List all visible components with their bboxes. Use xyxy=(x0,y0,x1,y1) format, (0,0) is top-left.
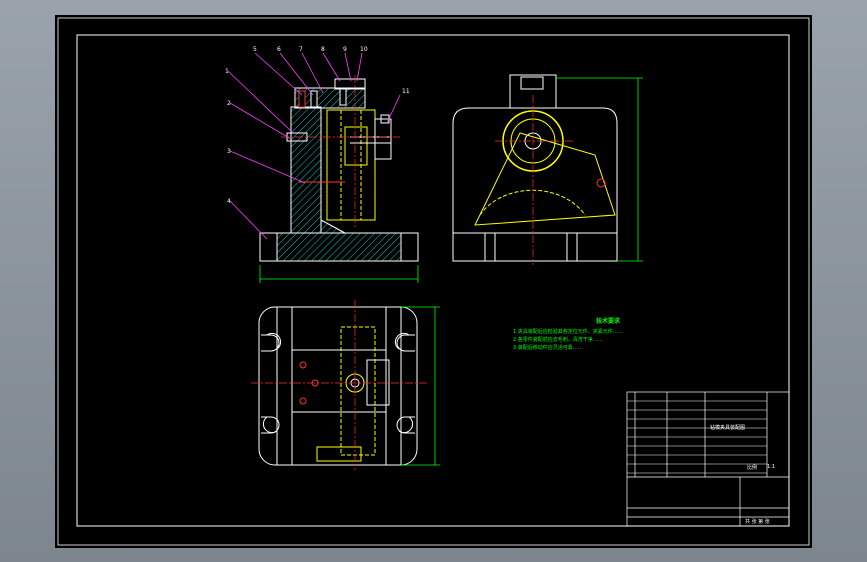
drawing-sheet: 1 2 3 4 5 6 7 8 9 10 11 技术要求 1.夹具装配后应检验其各定位元件、夹紧元件… xyxy=(55,15,812,548)
balloon-8: 8 xyxy=(321,46,325,53)
scale-label: 比例 xyxy=(747,465,758,471)
cad-drawing: 1 2 3 4 5 6 7 8 9 10 11 xyxy=(57,17,810,546)
sheet-count: 共 张 第 张 xyxy=(745,519,770,525)
notes-line-1: 1.夹具装配后应检验其各定位元件、夹紧元件…… xyxy=(513,329,623,335)
notes-title: 技术要求 xyxy=(595,318,620,325)
side-view xyxy=(452,74,643,265)
top-view xyxy=(251,300,440,470)
title-block-rows xyxy=(627,400,767,474)
notes-line-2: 2.各零件装配前应去毛刺，清洗干净…… xyxy=(513,337,603,343)
technical-notes: 技术要求 1.夹具装配后应检验其各定位元件、夹紧元件…… 2.各零件装配前应去毛… xyxy=(513,318,703,352)
part-title: 钻模夹具装配图 xyxy=(710,425,746,431)
inner-frame xyxy=(76,34,790,527)
scale-value: 1:1 xyxy=(767,464,776,470)
balloon-7: 7 xyxy=(299,46,303,53)
balloon-5: 5 xyxy=(253,46,257,53)
balloon-10: 10 xyxy=(360,46,368,53)
balloon-9: 9 xyxy=(343,46,347,53)
notes-line-3: 3.装配后移动件应灵活可靠…… xyxy=(513,345,583,351)
balloon-6: 6 xyxy=(277,46,281,53)
cad-viewer-background: 1 2 3 4 5 6 7 8 9 10 11 技术要求 1.夹具装配后应检验其各定位元件、夹紧元件… xyxy=(0,0,867,562)
balloon-4: 4 xyxy=(227,198,231,205)
title-block-grid xyxy=(626,391,790,527)
front-section-view xyxy=(227,52,419,283)
balloon-2: 2 xyxy=(227,100,231,107)
outer-frame xyxy=(57,17,810,546)
balloon-3: 3 xyxy=(227,148,231,155)
balloon-1: 1 xyxy=(225,68,229,75)
balloon-11: 11 xyxy=(402,88,410,95)
